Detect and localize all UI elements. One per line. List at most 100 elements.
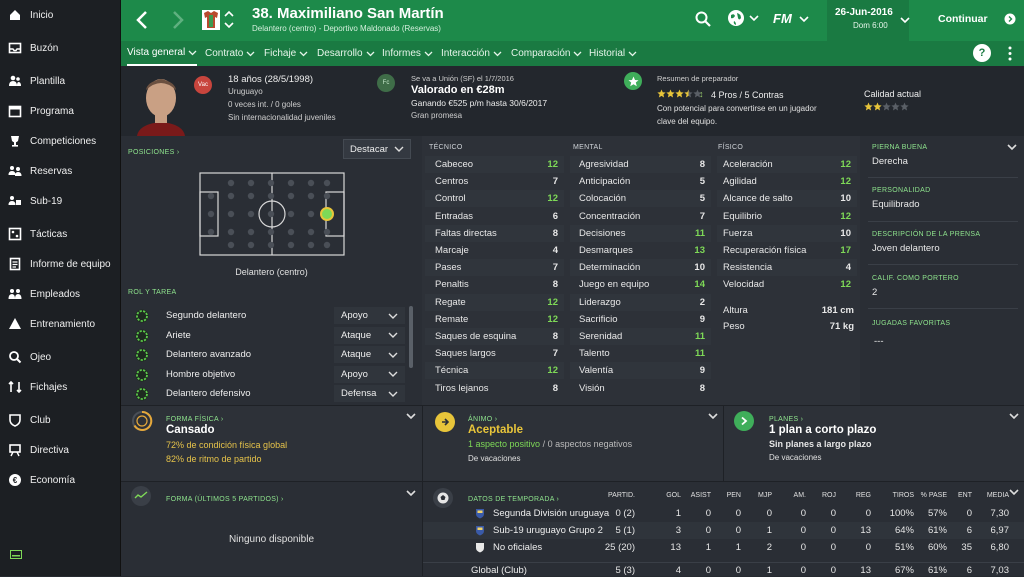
column-header: REG	[855, 492, 871, 499]
player-name: 38. Maximiliano San Martín	[252, 5, 444, 22]
plans-heading[interactable]: PLANES ›	[769, 413, 803, 424]
tab-interacci-n[interactable]: Interacción	[441, 41, 502, 66]
sidebar-item-econom-a[interactable]: € Economía	[0, 467, 121, 493]
keyboard-icon[interactable]	[10, 550, 22, 559]
squad-icon	[0, 74, 30, 88]
date-panel[interactable]: 26-Jun-2016 Dom 6:00	[827, 0, 910, 41]
player-position-marker	[320, 207, 334, 221]
fm-menu[interactable]: FM	[773, 11, 810, 26]
duty-dropdown[interactable]: Apoyo	[334, 307, 405, 324]
role-suitability-icon	[135, 348, 149, 362]
sidebar-item-label: Plantilla	[30, 75, 66, 87]
sidebar-item-directiva[interactable]: Directiva	[0, 437, 121, 463]
attribute-value: 7	[552, 176, 558, 188]
condition-expand-icon[interactable]	[405, 411, 417, 421]
role-row[interactable]: Delantero avanzado Ataque	[121, 345, 409, 364]
stat-cell: 1	[675, 508, 681, 519]
gk-rating: 2	[872, 287, 878, 298]
tab-fichaje[interactable]: Fichaje	[264, 41, 308, 66]
attribute-row: Liderazgo 2	[570, 293, 711, 311]
forward-arrow-icon[interactable]	[171, 10, 185, 30]
preferred-foot-menu-icon[interactable]	[1006, 142, 1018, 152]
morale-heading[interactable]: ÁNIMO ›	[468, 413, 497, 424]
sidebar-item-informe-de-equipo[interactable]: Informe de equipo	[0, 251, 121, 277]
sidebar-item-fichajes[interactable]: Fichajes	[0, 374, 121, 400]
sidebar-item-label: Buzón	[30, 42, 59, 54]
profile-strip: Vac 18 años (28/5/1998) Uruguayo 0 veces…	[121, 66, 1024, 136]
tab-vista-general[interactable]: Vista general	[127, 41, 198, 66]
duty-dropdown[interactable]: Apoyo	[334, 365, 405, 383]
help-button[interactable]: ?	[973, 44, 991, 62]
sidebar-item-label: Directiva	[30, 444, 69, 456]
sidebar-item-reservas[interactable]: Reservas	[0, 158, 121, 184]
season-stats-heading[interactable]: DATOS DE TEMPORADA ›	[468, 493, 559, 504]
season-stats-row[interactable]: No oficiales 25 (20) 13 1 1 2 0 0 0 51% 60% 35 6,80	[423, 539, 1024, 556]
duty-dropdown[interactable]: Defensa	[334, 385, 405, 402]
sidebar-item-label: Tácticas	[30, 228, 68, 240]
column-header: AM.	[793, 492, 806, 499]
highlight-dropdown[interactable]: Destacar	[343, 139, 411, 159]
tab-informes[interactable]: Informes	[382, 41, 433, 66]
attribute-row: Control 12	[425, 190, 564, 208]
tab-contrato[interactable]: Contrato	[205, 41, 255, 66]
attribute-name: Técnica	[435, 365, 469, 377]
player-switch-arrows[interactable]	[224, 9, 234, 31]
form-heading[interactable]: FORMA (ÚLTIMOS 5 PARTIDOS) ›	[166, 493, 284, 504]
attribute-value: 17	[840, 245, 851, 256]
sidebar-item-competiciones[interactable]: Competiciones	[0, 128, 121, 154]
sidebar-item-sub-19[interactable]: Sub-19	[0, 188, 121, 214]
sidebar-item-inicio[interactable]: Inicio	[0, 2, 121, 28]
competition-name: Sub-19 uruguayo Grupo 2	[493, 525, 603, 536]
media-desc: Joven delantero	[872, 243, 940, 254]
sidebar-item-programa[interactable]: Programa	[0, 98, 121, 124]
back-arrow-icon[interactable]	[135, 10, 149, 30]
sidebar-item-plantilla[interactable]: Plantilla	[0, 68, 121, 94]
sidebar-item-empleados[interactable]: Empleados	[0, 281, 121, 307]
tab-comparaci-n[interactable]: Comparación	[511, 41, 582, 66]
chevron-down-icon	[570, 50, 582, 57]
more-options-icon[interactable]	[1008, 46, 1012, 61]
sidebar-item-t-cticas[interactable]: Tácticas	[0, 221, 121, 247]
report-icon	[0, 257, 30, 271]
positions-heading[interactable]: POSICIONES ›	[128, 146, 179, 157]
form-expand-icon[interactable]	[405, 488, 417, 498]
sidebar-item-entrenamiento[interactable]: Entrenamiento	[0, 311, 121, 337]
player-wage: Ganando €525 p/m hasta 30/6/2017	[411, 98, 548, 108]
role-row[interactable]: Hombre objetivo Apoyo	[121, 365, 409, 384]
world-menu-icon[interactable]	[727, 9, 760, 27]
season-stats-row[interactable]: Segunda División uruguaya 0 (2) 1 0 0 0 0 0 0 100…	[423, 505, 1024, 522]
role-row[interactable]: Segundo delantero Apoyo	[121, 306, 409, 325]
chevron-down-icon	[185, 49, 197, 56]
sidebar-item-club[interactable]: Club	[0, 407, 121, 433]
attribute-name: Alcance de salto	[723, 193, 793, 205]
tab-historial[interactable]: Historial	[589, 41, 637, 66]
season-total-row[interactable]: Global (Club) 5 (3) 4 0 0 1 0 0 13 67% 61% 6 7,03	[423, 562, 1024, 577]
roles-scrollbar[interactable]	[409, 306, 413, 368]
tab-desarrollo[interactable]: Desarrollo	[317, 41, 375, 66]
attribute-row: Serenidad 11	[570, 328, 711, 345]
morale-expand-icon[interactable]	[707, 411, 719, 421]
role-row[interactable]: Delantero defensivo Defensa	[121, 384, 409, 403]
duty-dropdown[interactable]: Ataque	[334, 326, 405, 344]
tab-label: Vista general	[127, 47, 186, 58]
plans-expand-icon[interactable]	[1008, 411, 1020, 421]
condition-heading[interactable]: FORMA FÍSICA ›	[166, 413, 224, 424]
vacation-badge: Vac	[194, 76, 212, 94]
sidebar-item-ojeo[interactable]: Ojeo	[0, 344, 121, 370]
column-header: TIROS	[892, 492, 914, 499]
search-icon[interactable]	[695, 11, 711, 27]
stat-cell: 51%	[894, 542, 914, 553]
sidebar-item-buz-n[interactable]: Buzón	[0, 35, 121, 61]
role-row[interactable]: Ariete Ataque	[121, 326, 409, 345]
duty-dropdown[interactable]: Ataque	[334, 346, 405, 363]
attribute-value: 4	[552, 245, 558, 256]
continue-button[interactable]: Continuar	[921, 0, 1024, 41]
personality-heading: PERSONALIDAD	[872, 187, 931, 194]
season-expand-icon[interactable]	[1008, 487, 1020, 497]
column-header: ASIST	[690, 492, 711, 499]
attribute-name: Juego en equipo	[579, 279, 650, 291]
media-desc-heading: DESCRIPCIÓN DE LA PRENSA	[872, 231, 981, 238]
season-stats-row[interactable]: Sub-19 uruguayo Grupo 2 5 (1) 3 0 0 1 0 0 13 64% 6…	[423, 522, 1024, 539]
column-header: MEDIA	[986, 492, 1009, 499]
stat-cell: 2	[766, 542, 772, 553]
